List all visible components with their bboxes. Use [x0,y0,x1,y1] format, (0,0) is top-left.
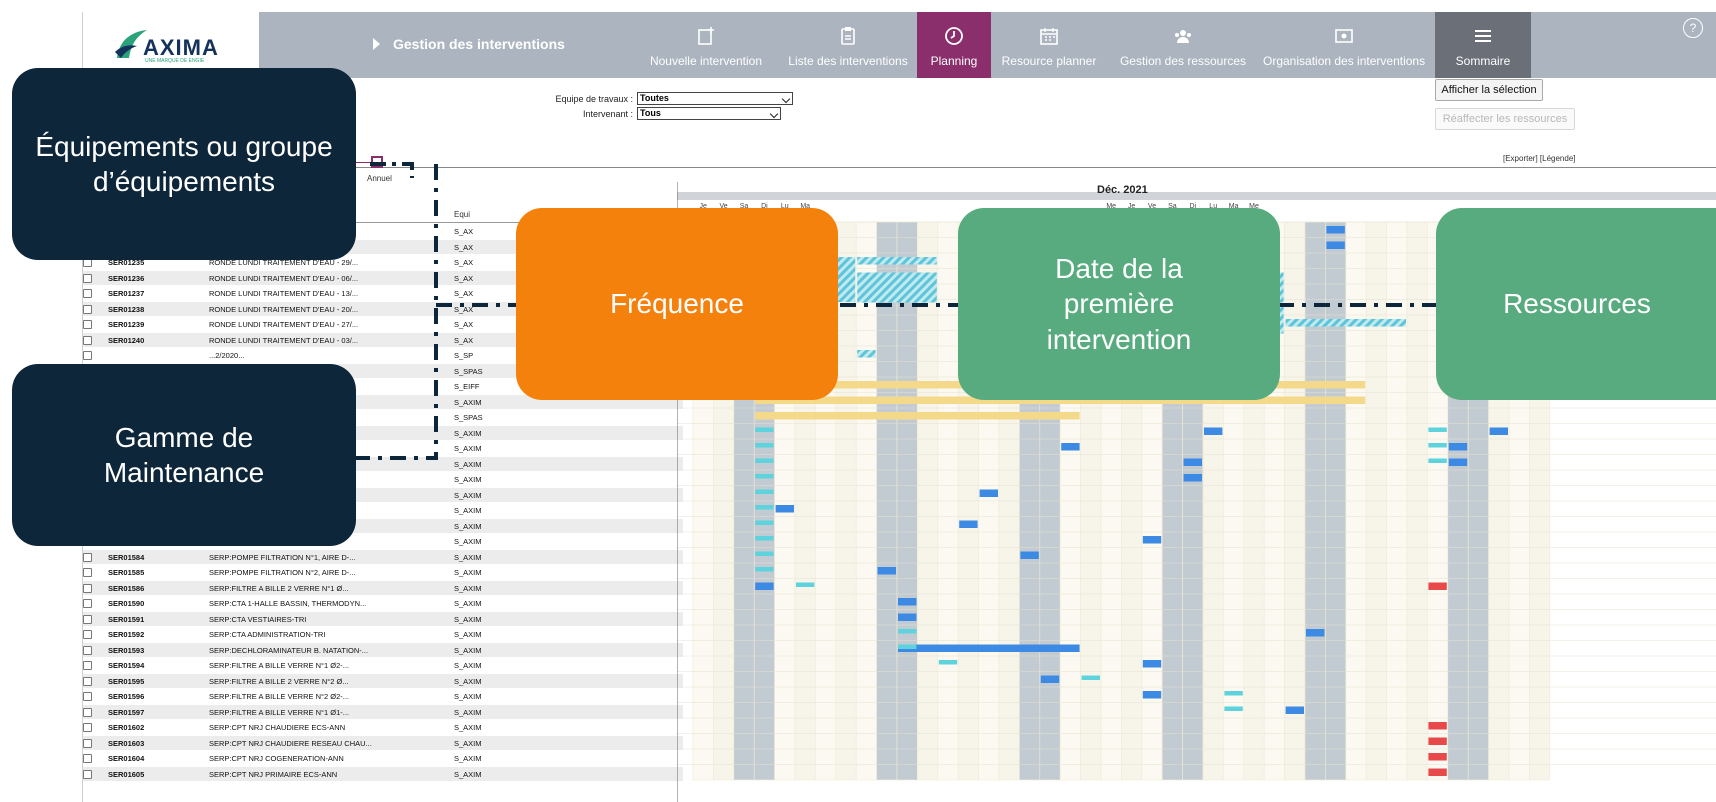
callout-gamme-maintenance: Gamme de Maintenance [12,364,356,546]
callout-frequence: Fréquence [516,208,838,400]
screenshot-stage: { "app": { "logo_text": "AXIMA", "logo_s… [0,0,1716,802]
callout-ressources: Ressources [1436,208,1716,400]
callout-date-premiere-intervention: Date de la première intervention [958,208,1280,400]
callout-equipements: Équipements ou groupe d’équipements [12,68,356,260]
